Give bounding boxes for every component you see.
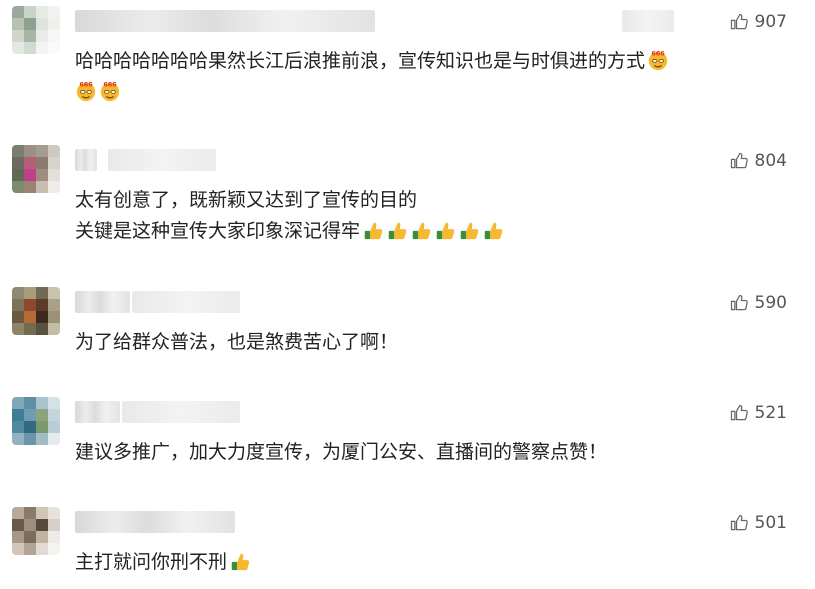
like-count: 804 — [754, 151, 787, 171]
username[interactable] — [75, 10, 375, 32]
666-face-emoji — [99, 80, 121, 102]
thumbs-up-emoji — [410, 219, 432, 241]
like-button[interactable]: 590 — [729, 293, 787, 313]
like-count: 521 — [754, 403, 787, 423]
comment-text: 哈哈哈哈哈哈哈果然长江后浪推前浪，宣传知识也是与时俱进的方式 — [75, 46, 785, 108]
thumbs-up-emoji — [482, 219, 504, 241]
avatar[interactable] — [12, 507, 60, 555]
like-button[interactable]: 907 — [729, 12, 787, 32]
comment-text: 太有创意了，既新颖又达到了宣传的目的 关键是这种宣传大家印象深记得牢 — [75, 185, 785, 247]
thumbs-up-emoji — [362, 219, 384, 241]
thumbs-up-emoji — [229, 550, 251, 572]
username[interactable] — [75, 401, 120, 423]
username-extra — [108, 149, 216, 171]
thumbs-up-emoji — [458, 219, 480, 241]
username[interactable] — [75, 511, 235, 533]
username-extra — [122, 401, 240, 423]
thumbs-up-emoji — [434, 219, 456, 241]
comment-meta — [622, 10, 674, 32]
avatar[interactable] — [12, 287, 60, 335]
username[interactable] — [75, 149, 97, 171]
thumbs-up-outline-icon — [729, 403, 749, 423]
like-button[interactable]: 501 — [729, 513, 787, 533]
comment-text: 建议多推广，加大力度宣传，为厦门公安、直播间的警察点赞！ — [75, 441, 608, 463]
thumbs-up-outline-icon — [729, 293, 749, 313]
comment-text: 为了给群众普法，也是煞费苦心了啊！ — [75, 331, 399, 353]
666-face-emoji — [75, 80, 97, 102]
like-count: 501 — [754, 513, 787, 533]
like-count: 907 — [754, 12, 787, 32]
avatar[interactable] — [12, 145, 60, 193]
thumbs-up-outline-icon — [729, 12, 749, 32]
username[interactable] — [75, 291, 130, 313]
like-count: 590 — [754, 293, 787, 313]
thumbs-up-outline-icon — [729, 513, 749, 533]
username-extra — [132, 291, 240, 313]
avatar[interactable] — [12, 6, 60, 54]
like-button[interactable]: 521 — [729, 403, 787, 423]
avatar[interactable] — [12, 397, 60, 445]
thumbs-up-emoji — [386, 219, 408, 241]
thumbs-up-outline-icon — [729, 151, 749, 171]
666-face-emoji — [647, 49, 669, 71]
comment-text: 主打就问你刑不刑 — [75, 547, 785, 578]
like-button[interactable]: 804 — [729, 151, 787, 171]
